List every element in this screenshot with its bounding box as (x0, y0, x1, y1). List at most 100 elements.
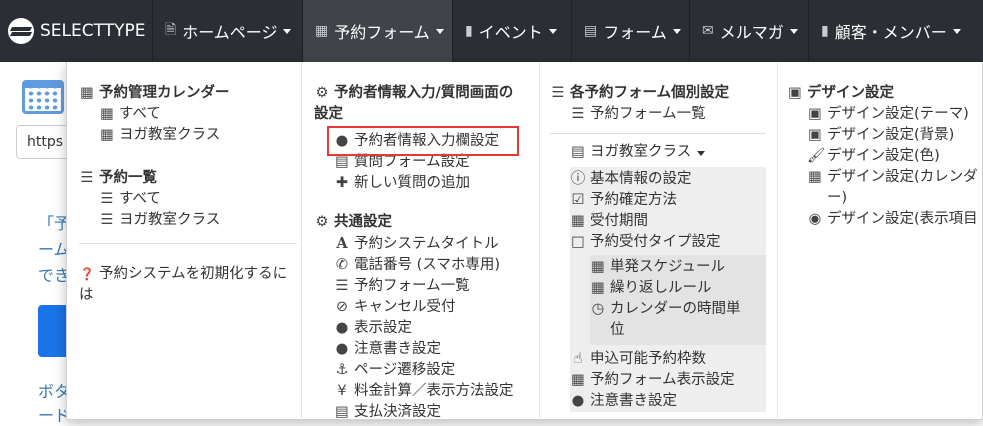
item-label: ー) (827, 190, 848, 206)
calendar-icon: ▦ (100, 127, 114, 143)
item-label: デザイン設定(カレンダ (827, 169, 978, 185)
nav-event[interactable]: ▮ イベント (452, 0, 571, 62)
repeat-rule-item[interactable]: ▦ 繰り返しルール (590, 278, 766, 299)
common-section-head[interactable]: ⚙ 共通設定 (314, 212, 534, 233)
page-transition-item[interactable]: ⚓ ページ遷移設定 (314, 360, 534, 381)
nav-homepage[interactable]: 🗎 ホームページ (152, 0, 302, 62)
item-label: デザイン設定(テーマ) (827, 106, 969, 122)
item-label: 予約受付タイプ設定 (590, 234, 721, 250)
cancel-accept-item[interactable]: ⊘ キャンセル受付 (314, 297, 534, 318)
highlight-box (327, 126, 519, 156)
nav-label: フォーム (603, 23, 667, 42)
list-section-head[interactable]: ☰ 予約一覧 (79, 168, 297, 189)
bg-text-line: ーム (38, 240, 70, 259)
item-label: は (79, 287, 94, 303)
item-label: 質問フォーム設定 (354, 154, 470, 170)
list-icon: ☰ (80, 170, 94, 186)
book-icon: ▮ (821, 23, 829, 39)
calendar-all-item[interactable]: ▦ すべて (79, 104, 297, 125)
comment-icon: ▮ (465, 23, 473, 39)
divider (79, 243, 297, 244)
item-label: デザイン設定(背景) (827, 127, 955, 143)
calendar-icon: ▦ (315, 23, 329, 39)
form-display-settings-item[interactable]: ▦ 予約フォーム表示設定 (570, 370, 766, 391)
design-color-item[interactable]: 🖌 デザイン設定(色) (787, 146, 983, 167)
head-label: 各予約フォーム個別設定 (570, 85, 730, 101)
basic-info-item[interactable]: ⓘ 基本情報の設定 (570, 169, 766, 190)
available-slots-item[interactable]: ☝ 申込可能予約枠数 (570, 349, 766, 370)
brand-logo-link[interactable]: SELECTTYPE (0, 0, 152, 62)
comment-icon: ● (571, 393, 585, 409)
item-label: 予約システムタイトル (354, 236, 499, 252)
column-divider (301, 62, 302, 420)
calendar-time-unit-item[interactable]: ◷ カレンダーの時間単 (590, 299, 766, 320)
notice-settings-item[interactable]: ● 注意書き設定 (570, 391, 766, 412)
item-label: 予約フォーム一覧 (590, 106, 706, 122)
menu-column-design: ▣ デザイン設定 ▣ デザイン設定(テーマ) ▣ デザイン設定(背景) 🖌 デザイン設定… (787, 83, 983, 230)
add-question-item[interactable]: ✚ 新しい質問の追加 (314, 173, 534, 194)
head-label: 予約者情報入力/質問画面の (334, 85, 514, 101)
caret-down-icon (789, 28, 798, 34)
divider (550, 133, 766, 134)
notice-settings-item[interactable]: ● 注意書き設定 (314, 339, 534, 360)
calendar-check-icon: ▦ (571, 213, 585, 229)
caret-down-icon (697, 151, 706, 156)
nav-label: メルマガ (719, 23, 784, 42)
accept-type-item[interactable]: □ 予約受付タイプ設定 (570, 232, 766, 253)
design-section-head[interactable]: ▣ デザイン設定 (787, 83, 983, 104)
info-circle-icon: ⓘ (570, 171, 586, 187)
phone-number-item[interactable]: ✆ 電話番号 (スマホ専用) (314, 255, 534, 276)
font-icon: A (336, 235, 348, 252)
individual-forms-head[interactable]: ☰ 各予約フォーム個別設定 (550, 83, 766, 104)
design-calendar-item[interactable]: ▦ デザイン設定(カレンダ (787, 167, 983, 188)
calendar-icon: ▦ (80, 85, 94, 101)
head-label: 予約管理カレンダー (99, 85, 230, 101)
form-list-item[interactable]: ☰ 予約フォーム一覧 (314, 276, 534, 297)
item-label: デザイン設定(色) (827, 148, 940, 164)
reset-system-link-cont[interactable]: は (79, 285, 297, 306)
calendar-icon: ▦ (571, 372, 585, 388)
calendar-icon: ▦ (591, 280, 605, 296)
calendar-yoga-item[interactable]: ▦ ヨガ教室クラス (79, 125, 297, 146)
comment-icon: ● (335, 341, 349, 357)
menu-column-individual-forms: ☰ 各予約フォーム個別設定 ☰ 予約フォーム一覧 ▤ ヨガ教室クラス ⓘ 基本情報の設定… (550, 83, 766, 412)
nav-customers-members[interactable]: ▮ 顧客・メンバー (808, 0, 972, 62)
calendar-section-head[interactable]: ▦ 予約管理カレンダー (79, 83, 297, 104)
design-calendar-item-cont[interactable]: ー) (787, 188, 983, 209)
list-all-item[interactable]: ☰ すべて (79, 189, 297, 210)
anchor-icon: ⚓ (335, 362, 349, 378)
input-section-head[interactable]: ⚙ 予約者情報入力/質問画面の (314, 83, 534, 104)
design-display-items-item[interactable]: ◉ デザイン設定(表示項目 (787, 209, 983, 230)
item-label: すべて (119, 191, 161, 207)
menu-column-calendar: ▦ 予約管理カレンダー ▦ すべて ▦ ヨガ教室クラス ☰ 予約一覧 ☰ すべて ☰ ヨガ教… (79, 83, 297, 306)
item-label: 支払決済設定 (354, 404, 441, 420)
accept-period-item[interactable]: ▦ 受付期間 (570, 211, 766, 232)
system-title-item[interactable]: A 予約システムタイトル (314, 233, 534, 255)
caret-down-icon (548, 28, 557, 34)
nav-newsletter[interactable]: ✉ メルマガ (689, 0, 808, 62)
design-background-item[interactable]: ▣ デザイン設定(背景) (787, 125, 983, 146)
nav-reservation-form[interactable]: ▦ 予約フォーム (302, 0, 452, 62)
single-schedule-item[interactable]: ▦ 単発スケジュール (590, 257, 766, 278)
calendar-time-unit-item-cont[interactable]: 位 (590, 320, 766, 341)
item-label: 基本情報の設定 (590, 171, 692, 187)
item-label: 受付期間 (590, 213, 648, 229)
form-list-item[interactable]: ☰ 予約フォーム一覧 (550, 104, 766, 125)
display-settings-item[interactable]: ● 表示設定 (314, 318, 534, 339)
column-divider (539, 62, 540, 420)
check-square-icon: ☑ (571, 192, 585, 208)
reset-system-link[interactable]: ❓ 予約システムを初期化するに (79, 264, 297, 285)
confirm-method-item[interactable]: ☑ 予約確定方法 (570, 190, 766, 211)
yoga-class-toggle[interactable]: ▤ ヨガ教室クラス (550, 142, 766, 163)
list-icon: ▤ (584, 23, 598, 39)
eye-icon: ◉ (808, 211, 822, 227)
list-icon: ☰ (571, 106, 585, 122)
item-label: 単発スケジュール (610, 259, 725, 275)
caret-down-icon (672, 28, 681, 34)
gear-icon: ⚙ (315, 214, 329, 230)
nav-form[interactable]: ▤ フォーム (571, 0, 689, 62)
list-icon: ☰ (551, 85, 565, 101)
design-theme-item[interactable]: ▣ デザイン設定(テーマ) (787, 104, 983, 125)
pricing-settings-item[interactable]: ¥ 料金計算／表示方法設定 (314, 381, 534, 402)
list-yoga-item[interactable]: ☰ ヨガ教室クラス (79, 210, 297, 231)
